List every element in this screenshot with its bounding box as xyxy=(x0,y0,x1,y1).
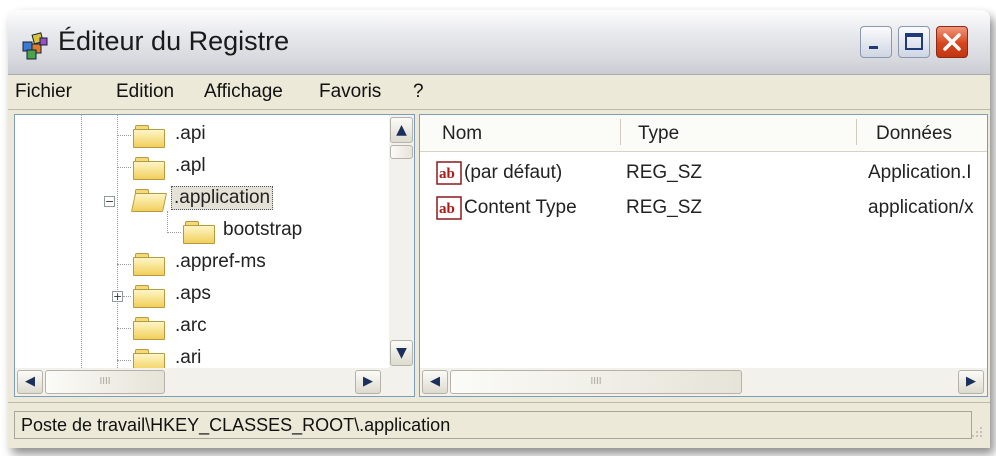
scroll-thumb[interactable]: IIII xyxy=(45,370,165,394)
value-name: Content Type xyxy=(464,197,577,218)
scroll-thumb[interactable]: IIII xyxy=(450,370,742,394)
scroll-left-button[interactable]: ◀ xyxy=(422,370,448,394)
tree-item-label: .apl xyxy=(175,155,206,176)
status-bar: Poste de travail\HKEY_CLASSES_ROOT\.appl… xyxy=(8,402,990,448)
scroll-right-button[interactable]: ▶ xyxy=(355,370,381,394)
menu-bar: Fichier Edition Affichage Favoris ? xyxy=(8,75,990,109)
folder-icon xyxy=(133,157,165,180)
scroll-down-button[interactable]: ▼ xyxy=(390,340,413,366)
key-tree-pane[interactable]: .api .apl − .application bootstrap .appr… xyxy=(14,114,415,397)
minimize-button[interactable] xyxy=(860,26,892,58)
tree-item-bootstrap[interactable]: bootstrap xyxy=(15,217,375,249)
column-header-donnees[interactable]: Données xyxy=(876,123,952,145)
value-data: application/x xyxy=(868,197,974,218)
string-value-icon: ab xyxy=(436,196,462,220)
tree-item-arc[interactable]: .arc xyxy=(15,313,375,345)
tree-item-aps[interactable]: + .aps xyxy=(15,281,375,313)
collapse-toggle[interactable]: − xyxy=(104,196,115,207)
column-divider[interactable] xyxy=(620,119,621,145)
value-data: Application.I xyxy=(868,162,972,183)
menu-help[interactable]: ? xyxy=(413,81,424,103)
column-header-type[interactable]: Type xyxy=(638,123,679,145)
string-value-icon: ab xyxy=(436,161,462,185)
value-type: REG_SZ xyxy=(626,162,703,183)
registry-editor-window: Éditeur du Registre Fichier Edition Affi… xyxy=(8,10,990,448)
list-row[interactable]: ab Content Type REG_SZ application/x xyxy=(420,194,987,226)
folder-icon xyxy=(183,221,215,244)
scroll-right-button[interactable]: ▶ xyxy=(958,370,984,394)
list-row[interactable]: ab (par défaut) REG_SZ Application.I xyxy=(420,159,987,191)
open-folder-icon xyxy=(130,189,168,212)
tree-item-label: .ari xyxy=(175,347,202,368)
tree-item-label: .aps xyxy=(175,283,211,304)
tree-item-label: .application xyxy=(171,186,274,210)
maximize-button[interactable] xyxy=(898,26,930,58)
value-name: (par défaut) xyxy=(464,162,563,183)
scroll-left-button[interactable]: ◀ xyxy=(17,370,43,394)
value-type: REG_SZ xyxy=(626,197,703,218)
maximize-icon xyxy=(905,33,923,50)
folder-icon xyxy=(133,317,165,340)
title-bar[interactable]: Éditeur du Registre xyxy=(8,10,990,75)
window-title: Éditeur du Registre xyxy=(58,26,290,56)
scroll-up-button[interactable]: ▲ xyxy=(390,117,413,143)
svg-text:ab: ab xyxy=(439,166,455,182)
close-icon xyxy=(943,33,961,51)
tree-vertical-scrollbar[interactable]: ▲ ▼ xyxy=(389,115,414,368)
folder-icon xyxy=(133,285,165,308)
list-horizontal-scrollbar[interactable]: ◀ IIII ▶ xyxy=(420,368,987,396)
column-divider[interactable] xyxy=(856,119,857,145)
menu-favoris[interactable]: Favoris xyxy=(319,81,381,103)
tree-item-label: .arc xyxy=(175,315,207,336)
menu-edition[interactable]: Edition xyxy=(116,81,174,103)
registry-editor-icon xyxy=(20,30,50,60)
values-list-pane[interactable]: Nom Type Données ab (par défaut) REG_SZ … xyxy=(419,114,988,397)
tree-item-label: bootstrap xyxy=(223,219,303,240)
tree-item-application[interactable]: − .application xyxy=(15,185,375,217)
minimize-icon xyxy=(869,46,878,49)
column-header-nom[interactable]: Nom xyxy=(442,123,482,145)
svg-text:ab: ab xyxy=(439,201,455,217)
tree-item-appref-ms[interactable]: .appref-ms xyxy=(15,249,375,281)
resize-grip-icon[interactable] xyxy=(966,423,984,441)
scroll-thumb[interactable] xyxy=(390,145,413,159)
tree-horizontal-scrollbar[interactable]: ◀ IIII ▶ xyxy=(15,368,414,396)
tree-item-label: .appref-ms xyxy=(175,251,266,272)
menu-fichier[interactable]: Fichier xyxy=(15,81,72,103)
folder-icon xyxy=(133,125,165,148)
menu-affichage[interactable]: Affichage xyxy=(204,81,283,103)
tree-item-api[interactable]: .api xyxy=(15,121,375,153)
tree-item-label: .api xyxy=(175,123,206,144)
close-button[interactable] xyxy=(936,26,968,58)
menu-divider xyxy=(8,109,990,110)
tree-item-apl[interactable]: .apl xyxy=(15,153,375,185)
folder-icon xyxy=(133,253,165,276)
status-path: Poste de travail\HKEY_CLASSES_ROOT\.appl… xyxy=(14,411,972,439)
expand-toggle[interactable]: + xyxy=(112,291,123,302)
